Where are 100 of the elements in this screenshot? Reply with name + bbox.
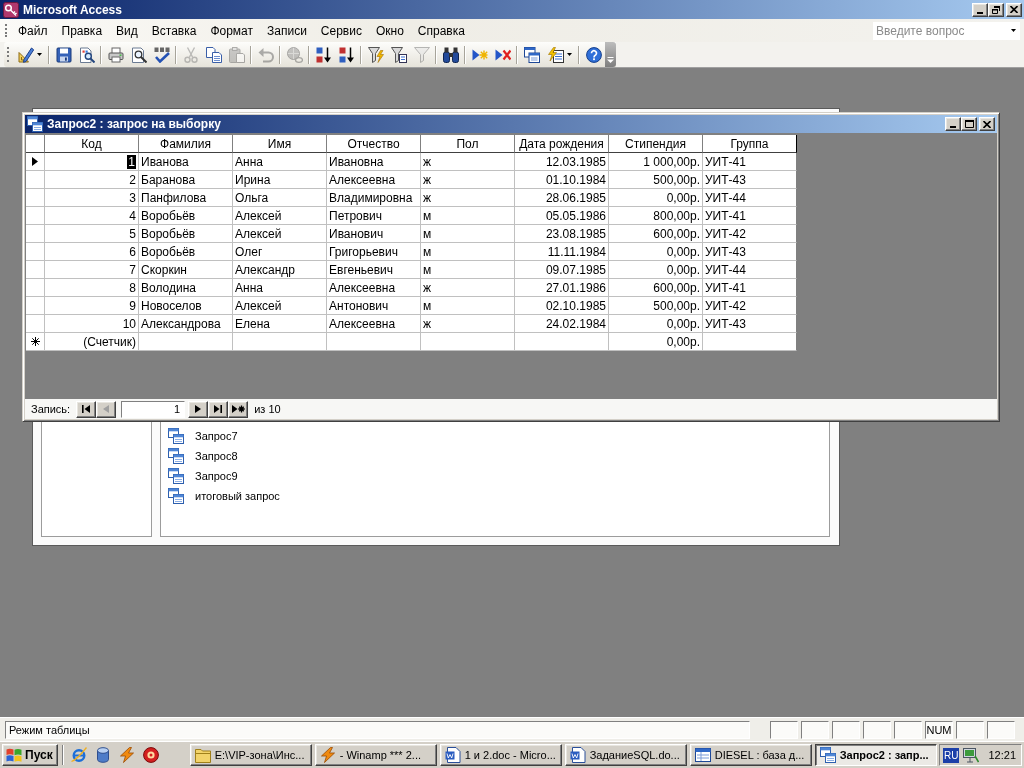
table-cell: ж <box>421 279 515 297</box>
table-cell: 2 <box>45 171 139 189</box>
floppy-icon <box>55 46 72 63</box>
quick-launch-button[interactable] <box>70 747 87 763</box>
record-number-field[interactable]: 1 <box>121 400 186 418</box>
table-cell: 4 <box>45 207 139 225</box>
table-cell: УИТ-42 <box>703 297 797 315</box>
close-button[interactable] <box>979 117 995 131</box>
lightning-icon <box>319 747 336 763</box>
taskbar-button[interactable]: - Winamp *** 2... <box>314 744 437 766</box>
table-cell: УИТ-41 <box>703 207 797 225</box>
help-icon <box>585 46 602 63</box>
table-cell: 0,00р. <box>609 189 703 207</box>
list-item[interactable]: Запрос8 <box>168 446 238 466</box>
table-cell: Воробьёв <box>139 225 233 243</box>
close-icon <box>983 120 991 128</box>
column-header[interactable]: Имя <box>233 135 327 153</box>
caret-icon <box>36 53 42 56</box>
record-count: из 10 <box>254 403 281 415</box>
list-item[interactable]: Запрос9 <box>168 466 238 486</box>
table-cell: 3 <box>45 189 139 207</box>
column-header[interactable]: Фамилия <box>139 135 233 153</box>
table-cell: Алексеевна <box>327 171 421 189</box>
last-record-button[interactable] <box>208 400 229 418</box>
question-field[interactable]: Введите вопрос <box>873 21 1020 40</box>
quick-launch-button[interactable] <box>94 747 111 763</box>
minimize-icon <box>977 11 983 14</box>
table-cell: 5 <box>45 225 139 243</box>
menu-item[interactable]: Вставка <box>144 20 204 41</box>
menu-item[interactable]: Вид <box>109 20 145 41</box>
table-cell: ж <box>421 189 515 207</box>
table-cell: Воробьёв <box>139 207 233 225</box>
menu-item[interactable]: Формат <box>203 20 261 41</box>
minimize-button[interactable] <box>972 2 988 17</box>
monitor-icon <box>963 747 980 763</box>
taskbar-button[interactable]: ЗаданиеSQL.do... <box>564 744 687 766</box>
stacked-windows-icon <box>523 46 540 63</box>
table-cell: Олег <box>233 243 327 261</box>
table-window-icon <box>694 747 711 763</box>
next-record-button[interactable] <box>188 400 209 418</box>
table-cell: УИТ-44 <box>703 189 797 207</box>
language-indicator[interactable]: RU <box>943 747 960 763</box>
table-cell: ж <box>421 171 515 189</box>
ring-orbit-icon <box>70 747 87 763</box>
column-header[interactable]: Дата рождения <box>515 135 609 153</box>
new-record-button[interactable] <box>228 400 249 418</box>
undo-arrow-icon <box>257 46 274 63</box>
chevron-down-icon <box>607 57 614 63</box>
cylinder-icon <box>94 747 111 763</box>
menu-item[interactable]: Правка <box>54 20 110 41</box>
taskbar-button[interactable]: 1 и 2.doc - Micro... <box>439 744 562 766</box>
table-cell: Александр <box>233 261 327 279</box>
column-header[interactable]: Код <box>45 135 139 153</box>
toolbar-options-button[interactable] <box>605 42 616 67</box>
grip-icon <box>7 47 10 62</box>
record-selector[interactable] <box>26 153 45 171</box>
key-icon <box>3 1 19 18</box>
taskbar-button[interactable]: DIESEL : база д... <box>689 744 812 766</box>
column-header[interactable]: Группа <box>703 135 797 153</box>
table-cell: Елена <box>233 315 327 333</box>
funnel-lightning-icon <box>367 46 384 63</box>
column-header[interactable]: Стипендия <box>609 135 703 153</box>
table-cell: 10 <box>45 315 139 333</box>
menu-item[interactable]: Файл <box>11 20 55 41</box>
table-cell: м <box>421 297 515 315</box>
globe-chain-icon <box>286 46 303 63</box>
menu-item[interactable]: Записи <box>260 20 314 41</box>
maximize-icon <box>964 120 974 128</box>
menu-item[interactable]: Справка <box>410 20 472 41</box>
window-title: Microsoft Access <box>23 2 123 17</box>
first-record-button[interactable] <box>76 400 97 418</box>
stacked-tables-icon <box>27 116 43 132</box>
ruler-pencil-icon <box>17 46 34 63</box>
restore-button[interactable] <box>988 2 1004 17</box>
record-selector[interactable] <box>26 333 45 351</box>
skip-back-icon <box>82 405 91 413</box>
taskbar-button[interactable]: Запрос2 : запр... <box>814 744 937 766</box>
maximize-button[interactable] <box>961 117 977 131</box>
column-header[interactable]: Пол <box>421 135 515 153</box>
list-item[interactable]: Запрос7 <box>168 426 238 446</box>
table-cell: Баранова <box>139 171 233 189</box>
table-cell: 0,00р. <box>609 333 703 351</box>
tick-icon <box>153 46 170 63</box>
table-cell: УИТ-42 <box>703 225 797 243</box>
minimize-button[interactable] <box>945 117 961 131</box>
table-cell: 0,00р. <box>609 261 703 279</box>
table-cell: 05.05.1986 <box>515 207 609 225</box>
column-header[interactable]: Отчество <box>327 135 421 153</box>
start-button[interactable]: Пуск <box>2 744 58 766</box>
close-button[interactable] <box>1006 2 1022 17</box>
table-cell: ж <box>421 153 515 171</box>
quick-launch-button[interactable] <box>142 747 159 763</box>
menu-item[interactable]: Окно <box>368 20 411 41</box>
binoculars-icon <box>442 46 459 63</box>
stacked-tables-icon <box>168 468 184 484</box>
table-cell: Алексеевна <box>327 315 421 333</box>
list-item[interactable]: итоговый запрос <box>168 486 280 506</box>
taskbar-button[interactable]: E:\VIP-зона\Инс... <box>189 744 312 766</box>
menu-item[interactable]: Сервис <box>313 20 369 41</box>
table-cell: 28.06.1985 <box>515 189 609 207</box>
